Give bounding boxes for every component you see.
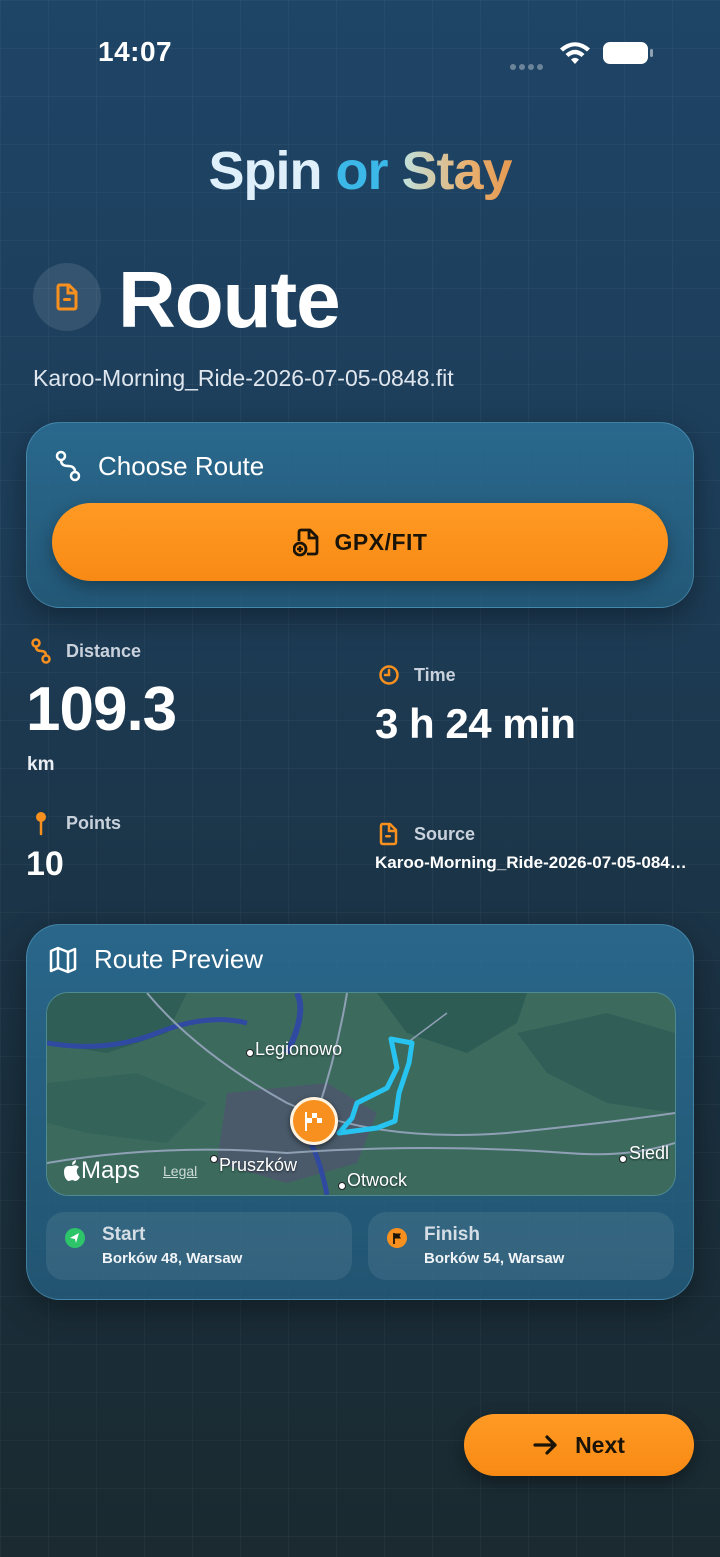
background-grid [0, 0, 720, 1557]
route-preview-label: Route Preview [94, 944, 264, 974]
source-value: Karoo-Morning_Ride-2026-07-05-0848.fit [375, 853, 695, 872]
route-path-icon [55, 450, 81, 482]
distance-label: Distance [30, 638, 141, 664]
checkered-flag-icon [305, 1112, 322, 1131]
place-dot [210, 1155, 218, 1163]
maps-attribution: Maps [63, 1157, 140, 1185]
map-legal-link[interactable]: Legal [163, 1163, 197, 1179]
place-dot [338, 1182, 346, 1190]
status-time: 14:07 [98, 36, 173, 67]
arrow-right-icon [533, 1435, 557, 1455]
source-label-text: Source [414, 823, 476, 844]
apple-logo-icon [64, 1160, 80, 1181]
next-button[interactable]: Next [464, 1414, 694, 1476]
start-location: Start Borków 48, Warsaw [46, 1212, 352, 1280]
distance-value: 109.3 [26, 675, 177, 744]
start-label: Start [102, 1224, 146, 1245]
finish-address: Borków 54, Warsaw [424, 1250, 565, 1267]
choose-route-label: Choose Route [98, 450, 265, 481]
gpx-fit-label: GPX/FIT [334, 528, 428, 555]
start-address: Borków 48, Warsaw [102, 1250, 243, 1267]
points-label: Points [30, 810, 121, 836]
start-location-icon [65, 1228, 85, 1248]
place-dot [246, 1049, 254, 1057]
distance-unit: km [27, 754, 55, 775]
source-label: Source [378, 822, 475, 846]
place-siedl: Siedl [629, 1143, 670, 1163]
title-stay: Stay [401, 141, 512, 201]
time-value: 3 h 24 min [375, 700, 576, 747]
battery-icon [603, 42, 653, 64]
distance-label-text: Distance [66, 640, 142, 661]
finish-flag-marker [290, 1097, 338, 1145]
choose-route-heading: Choose Route [54, 450, 264, 482]
signal-dots-icon [510, 57, 550, 70]
page-title: Route [118, 255, 341, 344]
points-label-text: Points [66, 812, 122, 833]
title-or: or [335, 141, 388, 201]
finish-label: Finish [424, 1224, 480, 1245]
clock-icon [379, 665, 399, 685]
selected-filename: Karoo-Morning_Ride-2026-07-05-0848.fit [33, 365, 454, 391]
finish-flag-icon [387, 1228, 407, 1248]
place-otwock: Otwock [347, 1170, 408, 1190]
file-add-icon [292, 528, 318, 557]
map-icon [49, 946, 77, 973]
wifi-icon [560, 42, 590, 64]
place-pruszkow: Pruszków [219, 1155, 298, 1175]
route-preview-heading: Route Preview [48, 944, 263, 975]
place-dot [619, 1155, 627, 1163]
route-file-badge [33, 263, 101, 331]
distance-route-icon [31, 638, 51, 664]
time-label: Time [378, 664, 456, 686]
source-document-icon [379, 822, 398, 846]
document-icon [56, 283, 78, 311]
pin-icon [36, 812, 46, 836]
title-spin: Spin [208, 141, 322, 201]
place-legionowo: Legionowo [255, 1039, 343, 1059]
maps-brand: Maps [81, 1157, 140, 1184]
next-label: Next [575, 1431, 625, 1458]
map-terrain [47, 993, 675, 1195]
points-value: 10 [26, 845, 64, 883]
gpx-fit-import-button[interactable]: GPX/FIT [52, 503, 668, 581]
time-label-text: Time [414, 664, 456, 685]
route-map[interactable]: Legionowo Pruszków Otwock Siedl Maps Leg… [46, 992, 676, 1196]
app-logo-title: Spin or Stay [0, 140, 720, 202]
finish-location: Finish Borków 54, Warsaw [368, 1212, 674, 1280]
